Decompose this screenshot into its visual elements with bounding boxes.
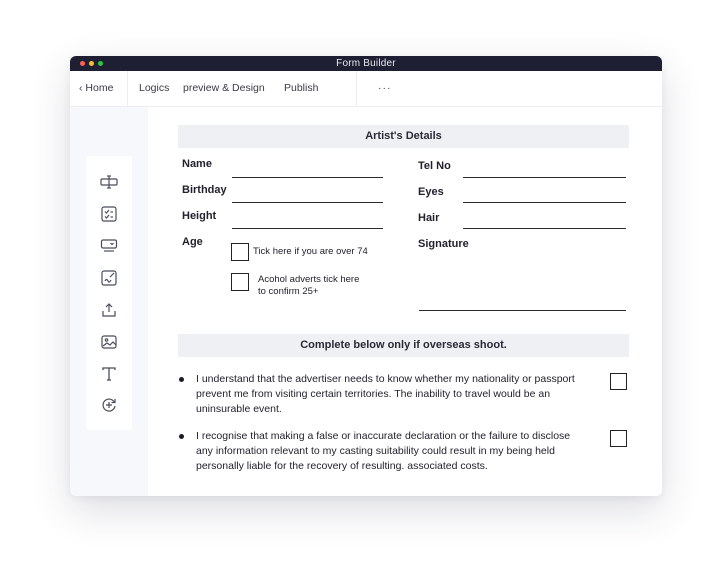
name-field[interactable] [232,177,383,178]
checklist-icon[interactable] [100,205,118,223]
form-builder-window: Form Builder ‹ Home Logics preview & Des… [70,56,662,496]
height-label: Height [182,210,217,222]
over-74-checkbox[interactable] [231,243,249,261]
section-header-artist-details: Artist's Details [178,125,629,148]
signature-label: Signature [418,238,469,250]
hair-field[interactable] [463,228,626,229]
window-title: Form Builder [336,58,396,69]
upload-icon[interactable] [100,301,118,319]
nav-home-link[interactable]: ‹ Home [79,82,113,94]
alcohol-25-label-line2: to confirm 25+ [258,286,319,297]
birthday-field[interactable] [232,202,383,203]
nav-preview-design-tab[interactable]: preview & Design [183,82,265,94]
statement-declaration-checkbox[interactable] [610,430,627,447]
calculation-icon[interactable] [100,396,118,414]
more-options-icon[interactable]: ··· [378,82,392,94]
nav-divider [356,71,357,107]
section-header-overseas: Complete below only if overseas shoot. [178,334,629,357]
height-field[interactable] [232,228,383,229]
statement-nationality: I understand that the advertiser needs t… [196,373,575,415]
tel-no-field[interactable] [463,177,626,178]
alcohol-25-label-line1: Acohol adverts tick here [258,274,360,285]
over-74-label: Tick here if you are over 74 [253,246,368,257]
birthday-label: Birthday [182,184,227,196]
nav-divider [127,71,128,107]
hair-label: Hair [418,212,440,224]
bullet-point [179,434,184,439]
alcohol-25-checkbox[interactable] [231,273,249,291]
text-icon[interactable] [100,365,118,383]
statement-declaration: I recognise that making a false or inacc… [196,430,571,472]
nav-publish-tab[interactable]: Publish [284,82,318,94]
tel-no-label: Tel No [418,160,451,172]
window-controls [80,61,103,66]
age-label: Age [182,236,203,248]
text-field-icon[interactable] [100,173,118,191]
signature-icon[interactable] [100,269,118,287]
eyes-label: Eyes [418,186,444,198]
name-label: Name [182,158,212,170]
title-bar: Form Builder [70,56,662,71]
signature-field[interactable] [419,310,626,311]
eyes-field[interactable] [463,202,626,203]
close-window-button[interactable] [80,61,85,66]
bullet-point [179,377,184,382]
dropdown-icon[interactable] [100,237,118,255]
minimize-window-button[interactable] [89,61,94,66]
nav-logics-tab[interactable]: Logics [139,82,169,94]
maximize-window-button[interactable] [98,61,103,66]
field-toolbar [86,156,132,430]
image-icon[interactable] [100,333,118,351]
form-canvas: Artist's Details Name Birthday Height Ag… [148,107,662,496]
top-nav: ‹ Home Logics preview & Design Publish ·… [70,71,662,107]
statement-nationality-checkbox[interactable] [610,373,627,390]
